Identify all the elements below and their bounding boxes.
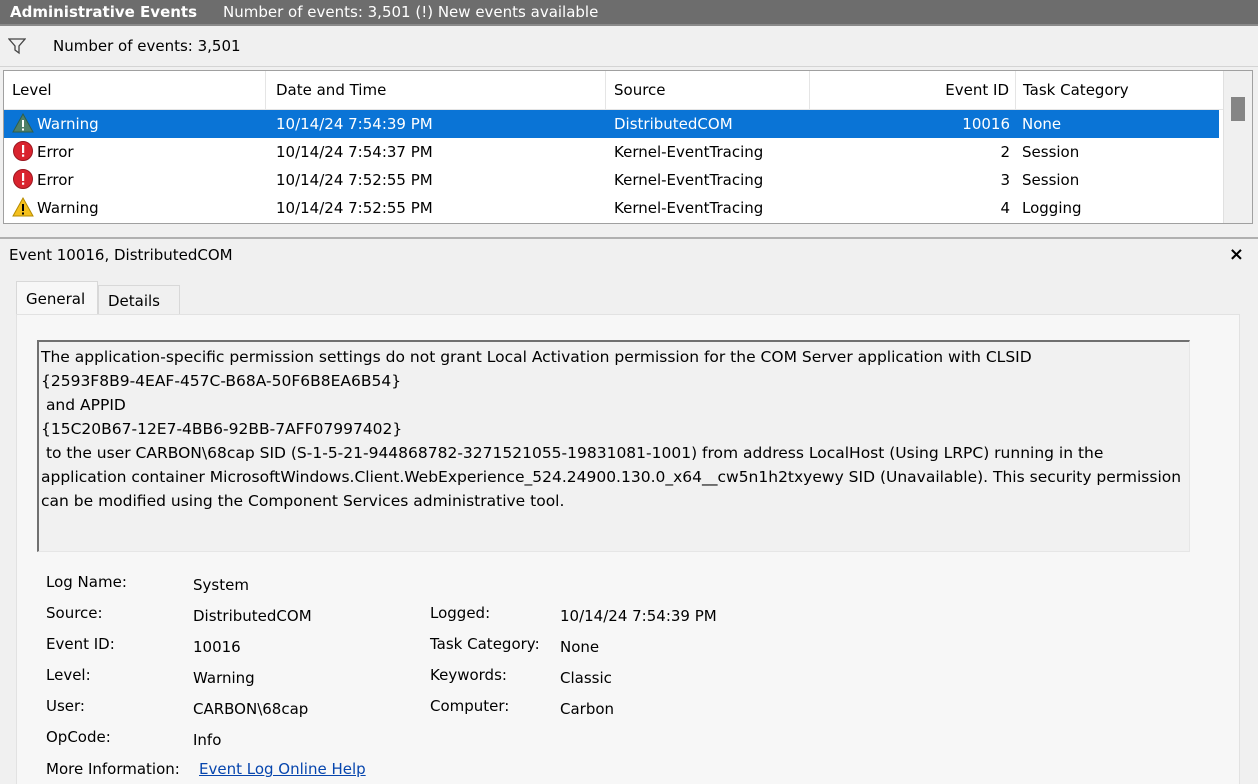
computer-value: Carbon [560,700,615,718]
row-date: 10/14/24 7:52:55 PM [276,199,433,217]
row-event-id: 4 [1000,199,1010,217]
row-task-category: None [1022,115,1062,133]
task-category-label: Task Category: [430,635,540,653]
event-detail-title: Event 10016, DistributedCOM [9,246,233,264]
row-date: 10/14/24 7:54:39 PM [276,115,433,133]
column-header-level[interactable]: Level [4,71,266,109]
row-source: Kernel-EventTracing [614,143,764,161]
logged-label: Logged: [430,604,491,622]
more-information-label: More Information: [46,760,180,778]
row-source: Kernel-EventTracing [614,199,764,217]
event-id-label: Event ID: [46,635,115,653]
event-list[interactable]: Level Date and Time Source Event ID Task… [3,70,1253,224]
level-value: Warning [193,669,255,687]
error-icon [13,169,33,189]
row-level-text: Warning [37,199,99,217]
close-icon[interactable]: × [1229,244,1244,265]
opcode-label: OpCode: [46,728,111,746]
column-headers: Level Date and Time Source Event ID Task… [4,71,1224,110]
column-header-source[interactable]: Source [606,71,810,109]
log-title: Administrative Events [10,3,198,21]
column-header-date[interactable]: Date and Time [266,71,606,109]
row-event-id: 2 [1000,143,1010,161]
level-label: Level: [46,666,91,684]
general-panel: The application-specific permission sett… [16,314,1240,784]
event-log-online-help-link[interactable]: Event Log Online Help [199,760,366,778]
window-title-bar: Administrative Events Number of events: … [0,0,1258,26]
row-source: Kernel-EventTracing [614,171,764,189]
filter-icon[interactable] [8,37,26,55]
row-task-category: Session [1022,171,1080,189]
events-summary: Number of events: 3,501 (!) New events a… [223,3,599,21]
table-row[interactable]: Warning 10/14/24 7:52:55 PM Kernel-Event… [4,194,1219,222]
logged-value: 10/14/24 7:54:39 PM [560,607,717,625]
warning-icon [12,196,34,217]
row-level: Warning [12,194,262,222]
log-name-value: System [193,576,249,594]
table-row[interactable]: Error 10/14/24 7:52:55 PM Kernel-EventTr… [4,166,1219,194]
user-label: User: [46,697,85,715]
row-date: 10/14/24 7:54:37 PM [276,143,433,161]
error-icon [13,141,33,161]
tab-general[interactable]: General [16,281,98,316]
scrollbar-thumb[interactable] [1231,97,1245,121]
task-category-value: None [560,638,600,656]
column-header-event-id[interactable]: Event ID [810,71,1016,109]
filter-count-text: Number of events: 3,501 [53,37,241,55]
column-header-source-label: Source [614,81,666,99]
event-description[interactable]: The application-specific permission sett… [37,340,1190,552]
row-level-text: Error [37,143,74,161]
event-id-value: 10016 [193,638,241,656]
row-level: Error [12,138,262,166]
row-event-id: 3 [1000,171,1010,189]
row-level: Warning [12,110,262,138]
row-task-category: Logging [1022,199,1082,217]
row-level: Error [12,166,262,194]
keywords-value: Classic [560,669,612,687]
table-row[interactable]: Warning 10/14/24 7:54:39 PM DistributedC… [4,110,1219,138]
computer-label: Computer: [430,697,510,715]
keywords-label: Keywords: [430,666,507,684]
event-detail-header: Event 10016, DistributedCOM × [0,237,1258,275]
table-row[interactable]: Error 10/14/24 7:54:37 PM Kernel-EventTr… [4,138,1219,166]
source-label: Source: [46,604,103,622]
user-value: CARBON\68cap [193,700,309,718]
column-header-task-category[interactable]: Task Category [1016,71,1224,109]
row-date: 10/14/24 7:52:55 PM [276,171,433,189]
filter-bar: Number of events: 3,501 [0,26,1258,67]
row-source: DistributedCOM [614,115,733,133]
log-name-label: Log Name: [46,573,127,591]
opcode-value: Info [193,731,222,749]
row-level-text: Warning [37,115,99,133]
tab-details[interactable]: Details [98,285,180,316]
source-value: DistributedCOM [193,607,312,625]
row-task-category: Session [1022,143,1080,161]
row-level-text: Error [37,171,74,189]
warning-icon [12,112,34,133]
row-event-id: 10016 [962,115,1010,133]
vertical-scrollbar[interactable] [1223,71,1252,223]
